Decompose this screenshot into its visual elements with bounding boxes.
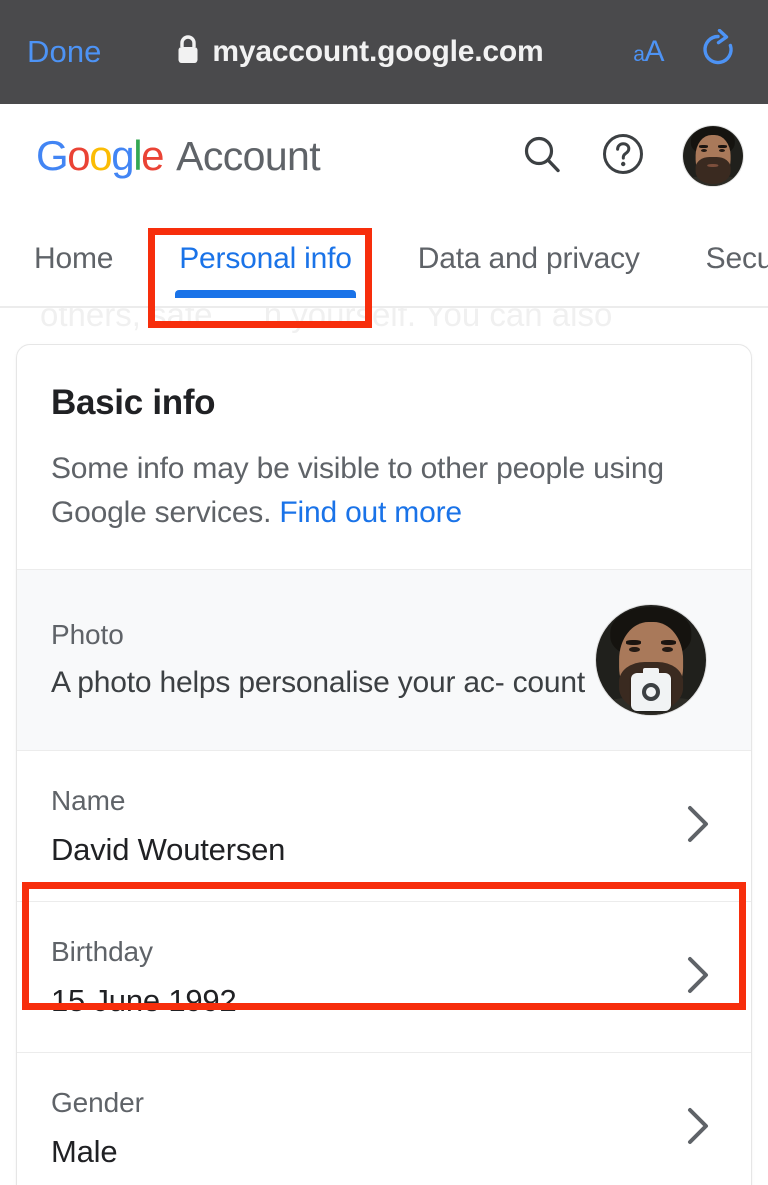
text-size-small-a: a [633, 43, 645, 66]
page-title: Basic info [51, 383, 216, 422]
row-birthday-label: Birthday [51, 936, 153, 967]
row-photo-text: Photo A photo helps personalise your ac-… [51, 615, 595, 705]
google-account-brand[interactable]: Google Account [36, 132, 321, 179]
google-account-header: Google Account [0, 104, 768, 208]
row-gender-label: Gender [51, 1087, 144, 1118]
safari-webview-screen: Done myaccount.google.com aA to manage y… [0, 0, 768, 1185]
google-logo: Google [36, 132, 164, 179]
header-actions [520, 125, 744, 187]
basic-info-description: Some info may be visible to other people… [51, 447, 717, 535]
row-birthday[interactable]: Birthday 15 June 1992 [17, 901, 751, 1052]
avatar[interactable] [682, 125, 744, 187]
row-name-text: Name David Woutersen [51, 781, 657, 871]
safari-toolbar: Done myaccount.google.com aA [0, 0, 768, 104]
chevron-right-icon[interactable] [677, 951, 717, 1004]
row-photo[interactable]: Photo A photo helps personalise your ac-… [17, 569, 751, 750]
help-icon[interactable] [600, 131, 646, 182]
product-name: Account [176, 133, 321, 179]
text-size-button[interactable]: aA [633, 35, 664, 69]
logo-letter-o1: o [67, 132, 90, 179]
reload-icon[interactable] [698, 28, 738, 76]
chevron-right-icon[interactable] [677, 800, 717, 853]
basic-info-card: Basic info Some info may be visible to o… [16, 344, 752, 1185]
lock-icon [175, 34, 201, 71]
camera-icon[interactable] [631, 668, 671, 711]
logo-letter-l: l [133, 132, 142, 179]
avatar-portrait [683, 126, 743, 186]
find-out-more-link[interactable]: Find out more [279, 496, 462, 529]
text-size-large-a: A [644, 35, 664, 68]
logo-letter-e: e [141, 132, 164, 179]
search-icon[interactable] [520, 132, 564, 181]
url-text: myaccount.google.com [212, 35, 544, 68]
chevron-right-icon[interactable] [677, 1102, 717, 1155]
row-photo-label: Photo [51, 619, 124, 650]
tab-personal-info[interactable]: Personal info [175, 242, 356, 306]
tab-home[interactable]: Home [34, 242, 113, 306]
profile-photo[interactable] [595, 604, 707, 716]
row-birthday-value: 15 June 1992 [51, 983, 237, 1018]
logo-letter-g2: g [111, 132, 134, 179]
account-tabs: Home Personal info Data and privacy Secu… [0, 208, 768, 308]
logo-letter-o2: o [89, 132, 112, 179]
logo-letter-g1: G [36, 132, 69, 179]
row-name[interactable]: Name David Woutersen [17, 750, 751, 901]
tab-data-and-privacy[interactable]: Data and privacy [418, 242, 640, 306]
row-name-label: Name [51, 785, 126, 816]
row-gender-value: Male [51, 1134, 118, 1169]
row-name-value: David Woutersen [51, 832, 286, 867]
url-bar[interactable]: myaccount.google.com [86, 34, 634, 71]
row-photo-sub: A photo helps personalise your ac- count [51, 666, 586, 699]
row-gender[interactable]: Gender Male [17, 1052, 751, 1185]
row-birthday-text: Birthday 15 June 1992 [51, 932, 657, 1022]
basic-info-header: Basic info Some info may be visible to o… [17, 345, 751, 569]
row-gender-text: Gender Male [51, 1083, 657, 1173]
tab-security[interactable]: Secur [706, 242, 768, 306]
